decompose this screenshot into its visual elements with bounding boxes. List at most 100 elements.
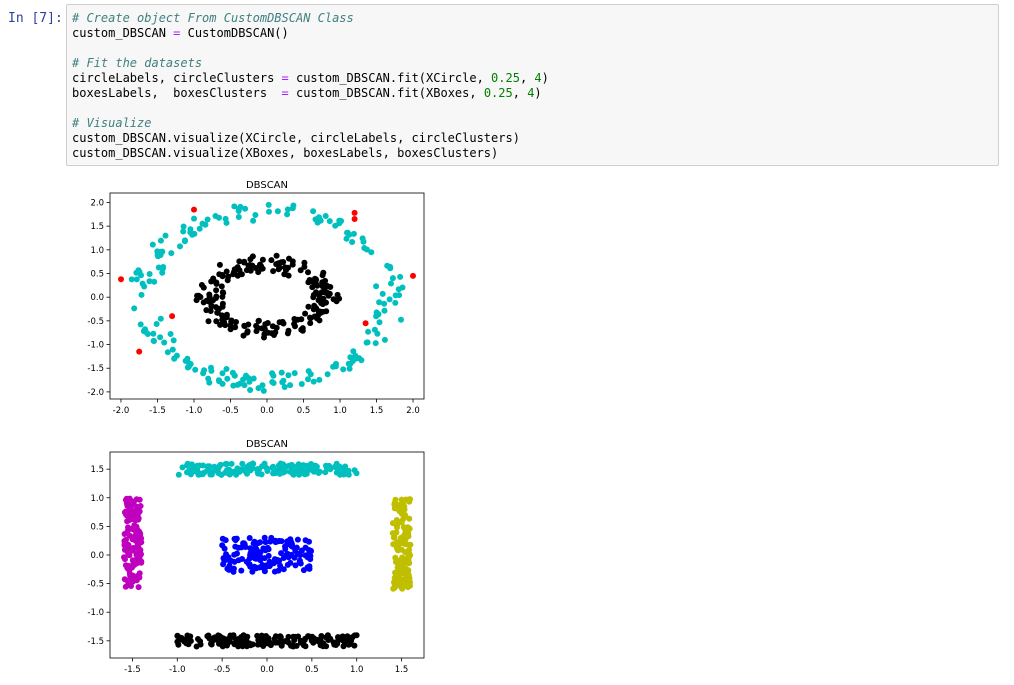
data-point	[208, 367, 215, 374]
data-point	[270, 268, 277, 275]
x-tick-label: 2.0	[406, 406, 420, 416]
data-point	[131, 305, 138, 312]
data-point	[297, 560, 304, 567]
data-point	[236, 205, 242, 212]
data-point	[136, 348, 143, 355]
code-token: custom_DBSCAN	[72, 26, 174, 40]
data-point	[392, 521, 399, 528]
y-tick-label: -1.5	[87, 364, 104, 374]
data-point	[227, 469, 234, 476]
data-point	[213, 293, 220, 300]
data-point	[327, 284, 334, 290]
data-point	[138, 558, 145, 565]
x-tick-label: 0.0	[260, 665, 274, 675]
data-point	[401, 531, 408, 538]
data-point	[157, 315, 164, 322]
data-point	[240, 332, 247, 339]
data-point	[241, 258, 248, 265]
x-tick-label: -0.5	[222, 406, 239, 416]
data-point	[206, 379, 213, 386]
data-point	[351, 209, 358, 216]
data-point	[160, 264, 167, 270]
data-point	[276, 537, 283, 544]
data-point	[398, 518, 405, 525]
y-tick-label: -2.0	[87, 388, 104, 398]
data-point	[275, 260, 282, 267]
data-point	[349, 358, 356, 364]
data-point	[137, 321, 144, 328]
data-point	[364, 339, 371, 346]
data-point	[267, 538, 274, 545]
data-point	[133, 538, 140, 545]
data-point	[273, 252, 280, 259]
data-point	[247, 552, 254, 559]
data-point	[233, 469, 239, 476]
chart-boxes: DBSCAN -1.5 -1.0 -0.5 0.0 0.5 1.0 1.5 1.5 1.0 0.5 0…	[87, 439, 425, 675]
data-point	[230, 568, 237, 575]
data-point	[384, 262, 391, 269]
data-point	[340, 366, 347, 373]
data-point	[401, 576, 408, 583]
data-point	[340, 469, 347, 476]
data-point	[129, 557, 136, 564]
data-point	[219, 273, 226, 280]
data-point	[402, 565, 409, 572]
data-point	[312, 281, 318, 288]
data-point	[285, 633, 292, 640]
data-point	[308, 637, 315, 644]
data-point	[135, 584, 142, 591]
code-token: )	[534, 86, 542, 100]
data-point	[365, 328, 372, 335]
data-point	[316, 376, 323, 383]
code-line: boxesLabels, boxesClusters = custom_DBSC…	[72, 86, 549, 101]
code-editor[interactable]: # Create object From CustomDBSCAN Class c…	[72, 11, 549, 161]
data-point	[255, 385, 262, 392]
data-point	[394, 564, 401, 571]
data-point	[159, 269, 166, 276]
data-point	[122, 556, 128, 563]
data-point	[237, 639, 243, 646]
data-point	[263, 562, 270, 569]
code-cell[interactable]: # Create object From CustomDBSCAN Class c…	[66, 4, 999, 166]
data-point	[185, 641, 192, 648]
data-point	[223, 366, 230, 372]
code-line: # Create object From CustomDBSCAN Class	[72, 11, 549, 26]
data-point	[282, 543, 288, 550]
data-point	[265, 201, 272, 208]
data-point	[161, 339, 168, 346]
data-point	[334, 466, 341, 473]
data-point	[397, 273, 404, 280]
data-point	[258, 632, 265, 639]
data-point	[130, 513, 137, 519]
data-point	[392, 299, 399, 306]
code-token: ,	[519, 71, 535, 85]
data-points	[118, 201, 416, 394]
data-point	[291, 370, 298, 377]
data-point	[310, 378, 317, 385]
data-point	[187, 226, 194, 233]
data-point	[255, 317, 262, 324]
data-point	[396, 292, 403, 299]
data-point	[346, 365, 353, 372]
data-point	[399, 284, 406, 291]
plot-frame	[109, 192, 425, 400]
data-point	[274, 208, 281, 215]
data-point	[157, 237, 164, 244]
data-point	[317, 642, 324, 649]
data-point	[273, 324, 280, 331]
data-point	[289, 543, 296, 550]
data-point	[303, 470, 309, 477]
data-point	[287, 559, 294, 566]
data-point	[123, 536, 129, 543]
x-tick-label: 1.0	[333, 406, 347, 416]
data-point	[247, 267, 254, 274]
data-point	[260, 638, 267, 645]
data-point	[223, 219, 230, 226]
data-point	[131, 573, 137, 580]
code-line: # Visualize	[72, 116, 549, 131]
data-point	[196, 462, 203, 469]
data-point	[285, 554, 292, 561]
data-point	[237, 380, 243, 387]
code-comment: # Fit the datasets	[72, 56, 203, 70]
